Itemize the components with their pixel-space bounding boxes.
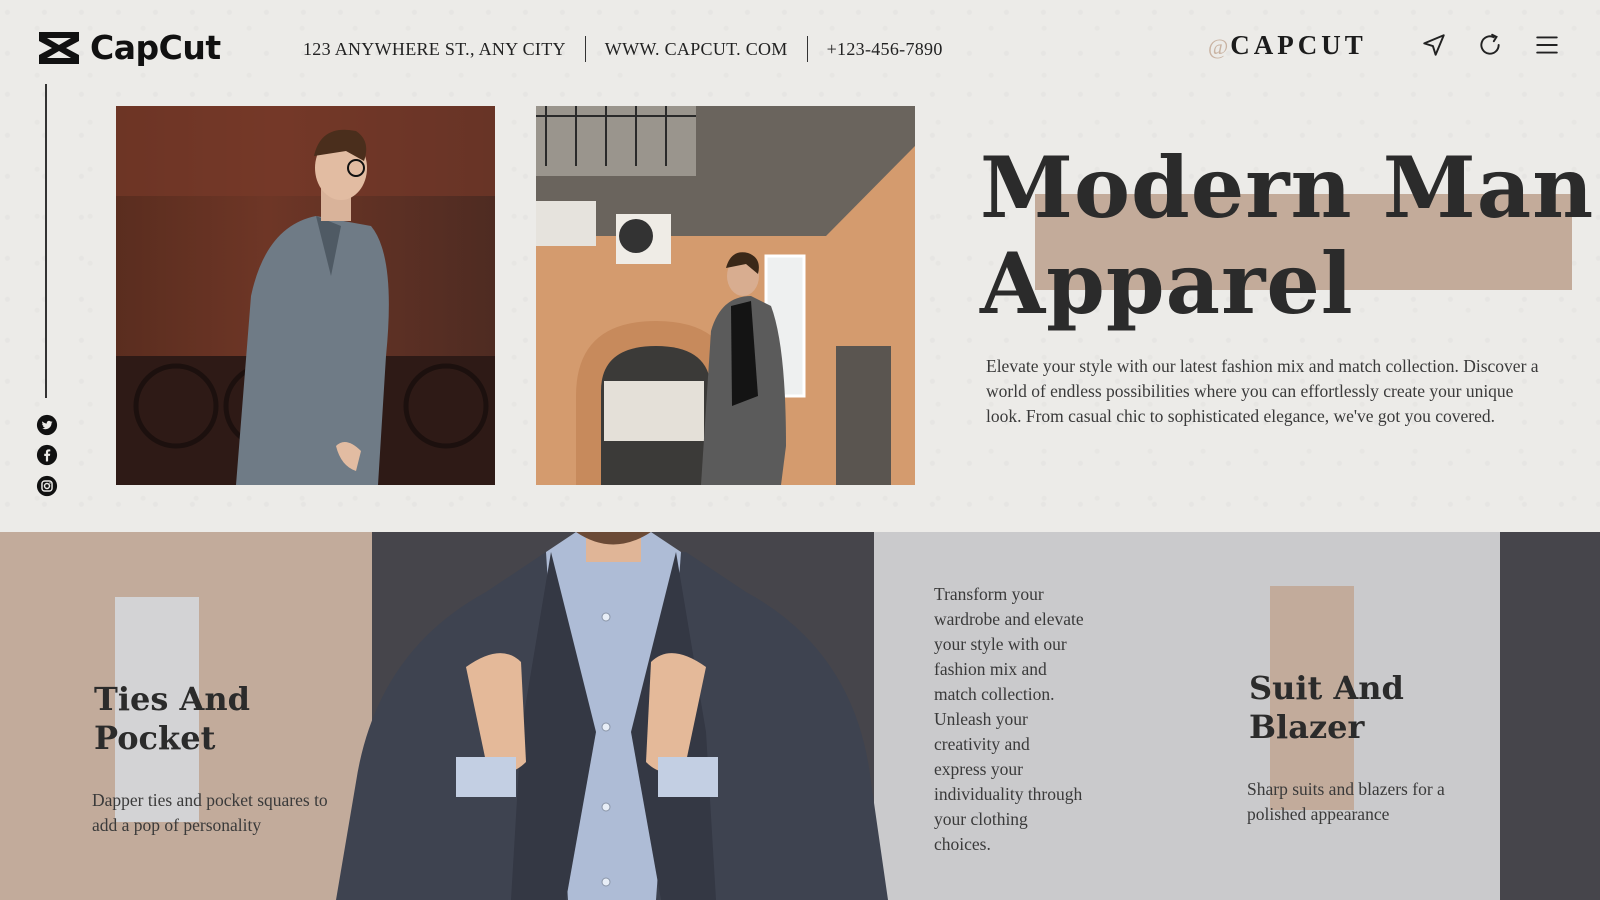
phone-text: +123-456-7890	[826, 38, 943, 59]
twitter-icon[interactable]	[36, 414, 58, 436]
website-link[interactable]: WWW. CAPCUT. COM	[605, 39, 788, 60]
hero-title-line2: Apparel	[980, 234, 1354, 333]
ties-description: Dapper ties and pocket squares to add a …	[92, 790, 328, 835]
hero-title: Modern Man Apparel	[980, 140, 1594, 332]
ties-title-line2: Pocket	[94, 719, 216, 757]
collection-description: Transform your wardrobe and elevate your…	[934, 584, 1084, 854]
hero-title-line1: Modern Man	[980, 138, 1595, 237]
instagram-icon[interactable]	[36, 475, 58, 497]
model-jacket-image	[336, 532, 888, 900]
contact-bar: 123 ANYWHERE ST., ANY CITY WWW. CAPCUT. …	[303, 36, 943, 62]
social-handle[interactable]: @CAPCUT	[1208, 30, 1367, 61]
feature-band: Ties And Pocket Dapper ties and pocket s…	[0, 532, 1600, 900]
brand-name: CapCut	[90, 28, 221, 67]
dark-strip	[1500, 532, 1600, 900]
brand-logo[interactable]: CapCut	[36, 28, 221, 67]
facebook-icon[interactable]	[36, 444, 58, 466]
suit-description: Sharp suits and blazers for a polished a…	[1247, 779, 1445, 824]
send-icon[interactable]	[1421, 32, 1447, 58]
ties-title-line1: Ties And	[94, 680, 250, 718]
photo-man-blazer	[116, 106, 495, 485]
refresh-icon[interactable]	[1477, 32, 1503, 58]
handle-text: CAPCUT	[1230, 30, 1367, 60]
divider	[806, 36, 808, 62]
menu-icon[interactable]	[1534, 32, 1560, 58]
suit-title-line1: Suit And	[1249, 669, 1404, 707]
ties-title: Ties And Pocket	[94, 680, 250, 758]
sidebar-line	[45, 84, 47, 398]
photo-man-courtyard	[536, 106, 915, 485]
suit-title: Suit And Blazer	[1249, 669, 1404, 747]
suit-title-line2: Blazer	[1249, 708, 1365, 746]
man-blazer-image	[116, 106, 495, 485]
man-courtyard-image	[536, 106, 915, 485]
divider	[584, 36, 586, 62]
hero-description: Elevate your style with our latest fashi…	[986, 356, 1539, 426]
address-text: 123 ANYWHERE ST., ANY CITY	[303, 38, 566, 59]
capcut-logo-icon	[39, 31, 79, 64]
at-symbol: @	[1208, 34, 1229, 59]
